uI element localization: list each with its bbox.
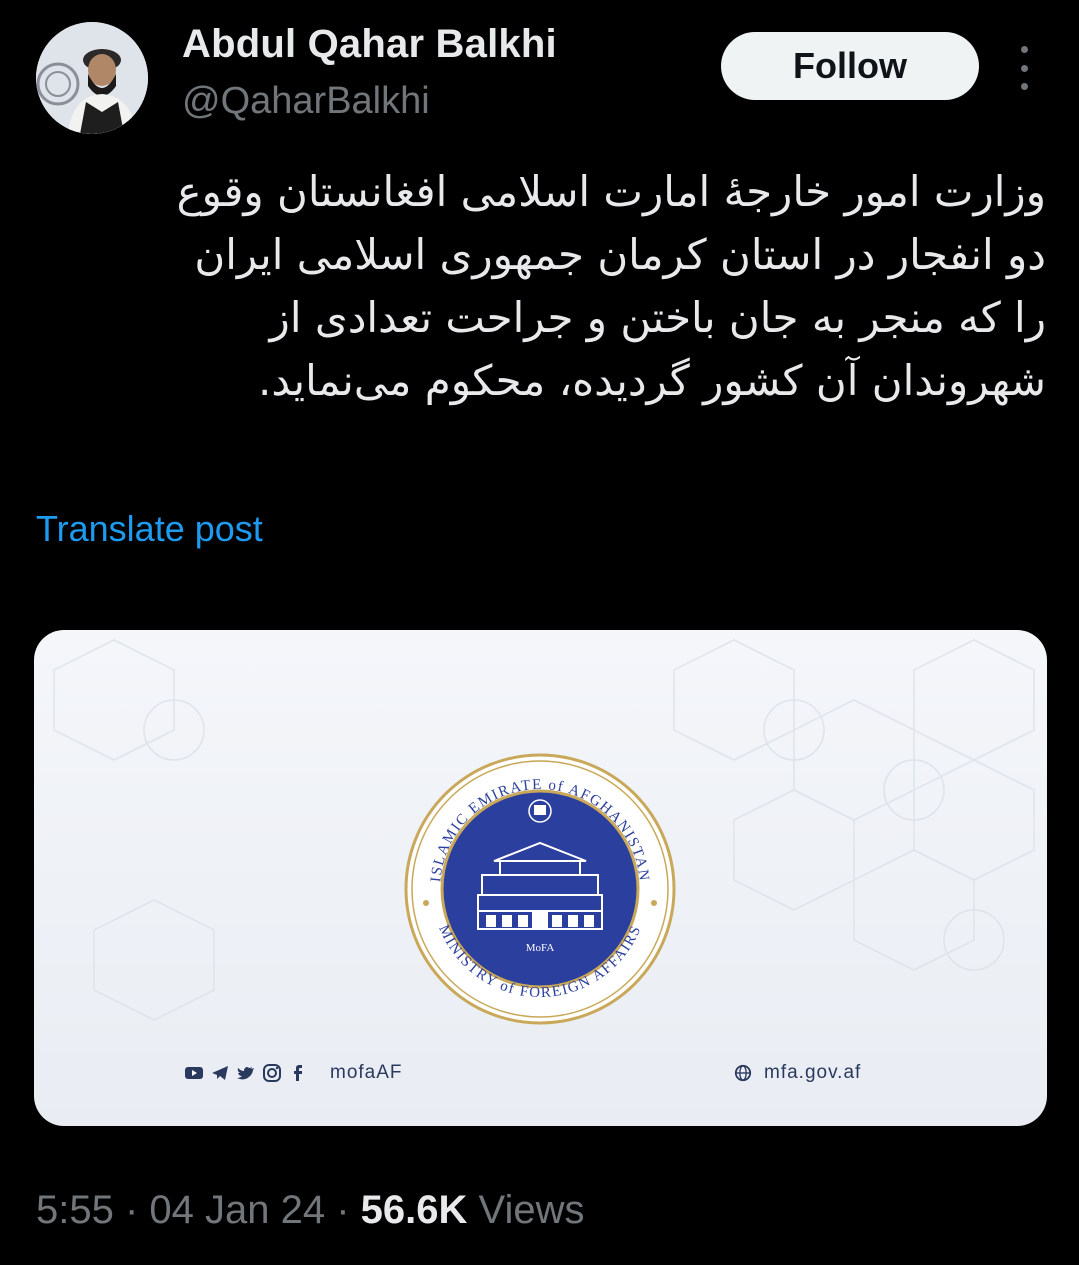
post-text-line: شهروندان آن کشور گردیده، محکوم می‌نماید. <box>258 356 1046 405</box>
instagram-icon <box>263 1064 281 1082</box>
social-links: mofaAF <box>184 1060 403 1086</box>
avatar[interactable] <box>36 22 148 134</box>
separator: · <box>325 1188 361 1232</box>
post-time: 5:55 <box>36 1188 114 1232</box>
post-text: وزارت امور خارجۀ امارت اسلامی افغانستان … <box>36 160 1046 412</box>
social-handle: mofaAF <box>330 1062 403 1083</box>
post-date: 04 Jan 24 <box>149 1188 326 1232</box>
mofa-seal-logo: ISLAMIC EMIRATE of AFGHANISTAN MINISTRY … <box>404 753 676 1025</box>
post-text-line: وزارت امور خارجۀ امارت اسلامی افغانستان … <box>176 167 1046 216</box>
post-header: Abdul Qahar Balkhi @QaharBalkhi Follow <box>0 0 1079 150</box>
dot <box>1020 83 1028 90</box>
follow-button[interactable]: Follow <box>721 32 979 100</box>
dot <box>1020 46 1028 53</box>
website-link: mfa.gov.af <box>734 1060 861 1086</box>
translate-post-link[interactable]: Translate post <box>36 508 263 550</box>
author-name[interactable]: Abdul Qahar Balkhi <box>182 22 557 67</box>
views-label: Views <box>467 1188 585 1232</box>
avatar-image <box>36 22 148 134</box>
dot <box>1020 64 1028 72</box>
post-meta: 5:55 · 04 Jan 24 · 56.6K Views <box>36 1188 585 1233</box>
globe-icon <box>734 1064 752 1082</box>
website-text: mfa.gov.af <box>764 1062 862 1083</box>
post-text-line: دو انفجار در استان کرمان جمهوری اسلامی ا… <box>194 230 1046 279</box>
youtube-icon <box>185 1067 203 1079</box>
views-count[interactable]: 56.6K <box>361 1188 468 1232</box>
author-handle[interactable]: @QaharBalkhi <box>182 80 430 123</box>
twitter-icon <box>237 1067 254 1080</box>
post-image[interactable]: ISLAMIC EMIRATE of AFGHANISTAN MINISTRY … <box>34 630 1047 1126</box>
telegram-icon <box>212 1066 228 1080</box>
more-vertical-icon[interactable] <box>1006 46 1042 90</box>
separator: · <box>113 1188 150 1232</box>
facebook-icon <box>294 1065 302 1081</box>
post-text-line: را که منجر به جان باختن و جراحت تعدادی ا… <box>269 293 1046 342</box>
seal-center-label: MoFA <box>526 942 555 954</box>
